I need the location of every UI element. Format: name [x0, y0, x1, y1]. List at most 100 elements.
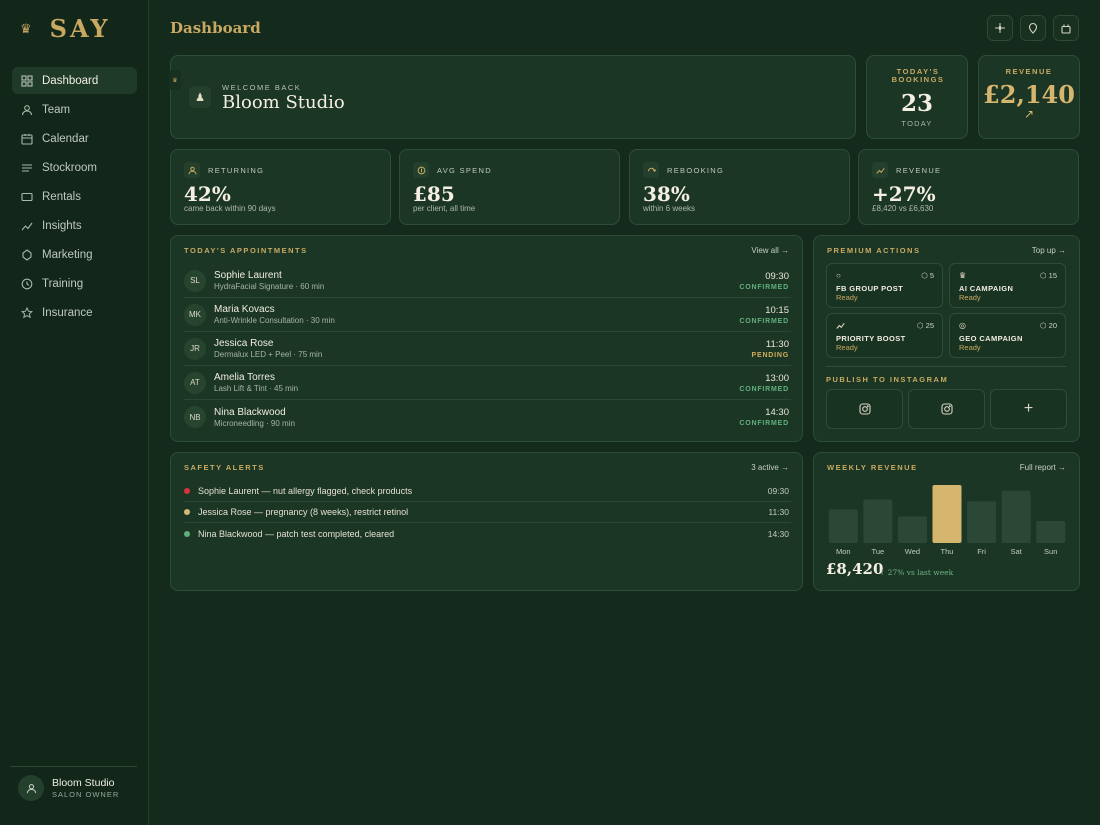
alert-time: 11:30	[768, 507, 789, 517]
action-ai-campaign[interactable]: ♛ ⬡ 15 AI CAMPAIGN Ready	[949, 263, 1066, 308]
trend-icon	[836, 321, 845, 332]
sidebar-item-label: Calendar	[42, 132, 89, 145]
alert-row[interactable]: Nina Blackwood — patch test completed, c…	[184, 523, 791, 544]
treatment-detail: Anti-Wrinkle Consultation · 30 min	[214, 316, 335, 325]
action-name: FB GROUP POST	[836, 284, 904, 293]
rectangle-icon	[20, 190, 33, 203]
client-name: Amelia Torres	[214, 372, 275, 383]
x-tick-mon: Mon	[836, 547, 851, 556]
user-profile[interactable]: Bloom Studio SALON OWNER	[10, 766, 137, 801]
x-tick-tue: Tue	[872, 547, 885, 556]
instagram-post-button[interactable]	[826, 389, 903, 429]
sidebar-item-rentals[interactable]: Rentals	[12, 183, 137, 210]
x-tick-wed: Wed	[905, 547, 920, 556]
appointment-row[interactable]: MK Maria Kovacs Anti-Wrinkle Consultatio…	[184, 298, 791, 332]
appointments-title: TODAY'S APPOINTMENTS	[184, 246, 308, 255]
sidebar-item-label: Insights	[42, 219, 82, 232]
action-geo-campaign[interactable]: ◎ ⬡ 20 GEO CAMPAIGN Ready	[949, 313, 1066, 358]
avatar: JR	[184, 337, 206, 360]
x-tick-thu: Thu	[941, 547, 954, 556]
revenue-label: REVENUE	[1005, 67, 1053, 76]
appointment-row[interactable]: SL Sophie Laurent HydraFacial Signature …	[184, 264, 791, 298]
sidebar-item-insights[interactable]: Insights	[12, 212, 137, 239]
metric-rebooking: REBOOKING 38% within 6 weeks	[629, 149, 850, 225]
treatment-detail: Microneedling · 90 min	[214, 418, 295, 428]
alert-row[interactable]: Jessica Rose — pregnancy (8 weeks), rest…	[184, 502, 791, 523]
weekly-change: ↑ 27% vs last week	[879, 568, 954, 577]
appointment-time: 13:00	[765, 372, 789, 384]
status-badge: CONFIRMED	[739, 420, 789, 427]
bar-mon[interactable]	[828, 509, 858, 543]
sidebar-item-insurance[interactable]: Insurance	[12, 299, 137, 326]
instagram-icon	[940, 403, 953, 415]
bookings-label: TODAY'S BOOKINGS	[891, 67, 945, 84]
treatment-detail: HydraFacial Signature · 60 min	[214, 282, 325, 291]
status-badge: CONFIRMED	[739, 385, 789, 393]
weekly-total: £8,420	[826, 560, 884, 578]
alert-text: Nina Blackwood — patch test completed, c…	[198, 528, 395, 539]
action-priority-boost[interactable]: ⬡ 25 PRIORITY BOOST Ready	[826, 313, 943, 358]
sidebar-item-label: Insurance	[42, 306, 93, 319]
appointment-row[interactable]: NB Nina Blackwood Microneedling · 90 min…	[184, 400, 791, 434]
brand-name: SAY	[49, 14, 111, 43]
clock-icon	[20, 277, 33, 290]
bag-icon	[1061, 24, 1071, 34]
crown-icon[interactable]: ♛	[169, 70, 181, 90]
circle-icon: ○	[836, 271, 841, 280]
alert-time: 14:30	[767, 528, 789, 539]
appointment-row[interactable]: AT Amelia Torres Lash Lift & Tint · 45 m…	[184, 366, 791, 400]
action-name: AI CAMPAIGN	[959, 284, 1014, 293]
sidebar-item-stockroom[interactable]: Stockroom	[12, 154, 137, 181]
revenue-value: £2,140	[983, 80, 1075, 109]
metric-label: AVG SPEND	[437, 165, 492, 175]
welcome-card: ♛ ♟ WELCOME BACK Bloom Studio	[169, 55, 856, 139]
alert-dot	[184, 509, 190, 515]
sidebar-item-marketing[interactable]: Marketing	[12, 241, 137, 268]
bar-thu[interactable]	[932, 485, 962, 543]
alert-row[interactable]: Sophie Laurent — nut allergy flagged, ch…	[184, 481, 791, 502]
alert-time: 09:30	[767, 486, 789, 496]
metric-value: £85	[413, 182, 455, 206]
target-icon: ◎	[959, 321, 966, 330]
weekly-title: WEEKLY REVENUE	[827, 463, 918, 472]
brand-logo[interactable]: ♛ SAY	[20, 14, 111, 43]
trend-up-icon: ↗	[1023, 107, 1035, 121]
full-report-link[interactable]: Full report →	[1020, 463, 1066, 472]
sidebar-item-training[interactable]: Training	[12, 270, 137, 297]
bar-wed[interactable]	[897, 516, 927, 543]
credit-cost: ⬡ 25	[917, 321, 934, 330]
crown-icon: ♛	[959, 271, 967, 280]
action-fb-group-post[interactable]: ○ ⬡ 5 FB GROUP POST Ready	[826, 263, 943, 308]
instagram-story-button[interactable]	[908, 389, 985, 429]
sidebar-item-calendar[interactable]: Calendar	[12, 125, 137, 152]
credit-cost: ⬡ 15	[1040, 271, 1057, 280]
metric-sub: came back within 90 days	[184, 204, 276, 213]
client-name: Maria Kovacs	[214, 304, 275, 315]
sparkle-button[interactable]	[987, 15, 1013, 41]
user-icon	[20, 103, 33, 116]
bar-sun[interactable]	[1036, 520, 1066, 543]
bag-button[interactable]	[1053, 15, 1079, 41]
sparkle-icon	[995, 23, 1005, 33]
bar-fri[interactable]	[967, 501, 997, 543]
appointment-time: 09:30	[765, 270, 789, 282]
top-up-link[interactable]: Top up →	[1032, 246, 1066, 255]
sidebar-item-dashboard[interactable]: Dashboard	[12, 67, 137, 94]
action-name: PRIORITY BOOST	[836, 334, 906, 343]
calendar-icon	[20, 132, 33, 145]
active-alerts-link[interactable]: 3 active →	[751, 463, 789, 472]
bar-sat[interactable]	[1001, 490, 1031, 543]
alert-text: Jessica Rose — pregnancy (8 weeks), rest…	[198, 507, 409, 517]
location-button[interactable]	[1020, 15, 1046, 41]
add-publish-button[interactable]: +	[990, 389, 1067, 429]
view-all-link[interactable]: View all →	[751, 246, 789, 255]
action-name: GEO CAMPAIGN	[959, 334, 1023, 343]
bookings-value: 23	[900, 90, 933, 117]
user-name: Bloom Studio	[52, 777, 115, 789]
bar-tue[interactable]	[863, 499, 893, 544]
sidebar-item-team[interactable]: Team	[12, 96, 137, 123]
appointment-row[interactable]: JR Jessica Rose Dermalux LED + Peel · 75…	[184, 332, 791, 366]
user-icon	[184, 162, 200, 178]
safety-alerts-card: SAFETY ALERTS 3 active → Sophie Laurent …	[170, 452, 803, 591]
sidebar-item-label: Dashboard	[42, 74, 99, 87]
